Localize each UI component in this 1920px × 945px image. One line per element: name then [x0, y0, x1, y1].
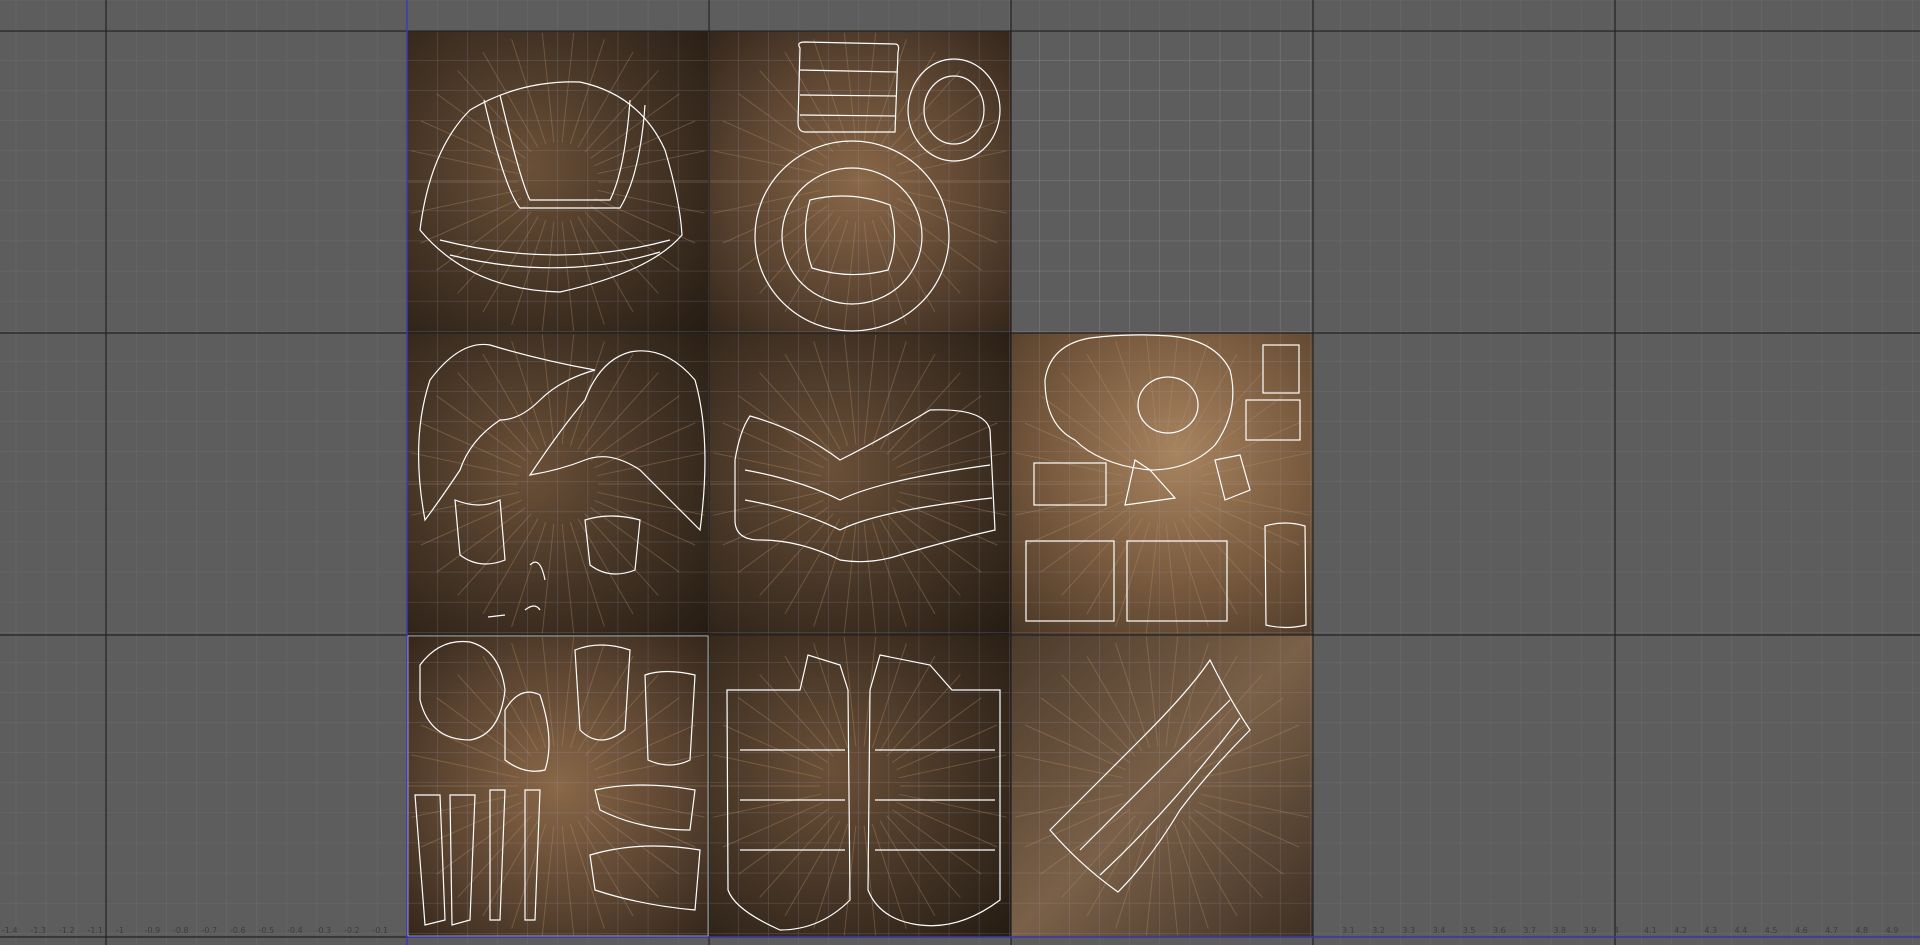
ruler-tick-label: -0.2 [344, 926, 360, 935]
ruler-tick-label: 3.3 [1402, 926, 1415, 935]
uv-canvas[interactable]: -1.4 -1.3 -1.2 -1.1 -1 -0.9 -0.8 -0.7 -0.6 -0.5 -0… [0, 0, 1920, 945]
ruler-tick-label: 4.9 [1886, 926, 1899, 935]
ruler-tick-label: -1.1 [88, 926, 104, 935]
ruler-tick-label: 4 [1614, 926, 1619, 935]
ruler-tick-label: 4.4 [1735, 926, 1748, 935]
ruler-tick-label: -0.9 [145, 926, 161, 935]
ruler-tick-label: -1.4 [2, 926, 18, 935]
ruler-tick-label: -0.8 [173, 926, 189, 935]
ruler-tick-label: 3.5 [1463, 926, 1476, 935]
ruler-tick-label: -0.4 [287, 926, 303, 935]
ruler-tick-label: 4.2 [1674, 926, 1687, 935]
ruler-tick-label: 3.9 [1584, 926, 1597, 935]
ruler-tick-label: 3.2 [1372, 926, 1385, 935]
ruler-tick-label: -1.3 [31, 926, 47, 935]
ruler-tick-label: -0.7 [202, 926, 218, 935]
ruler-tick-label: -0.1 [373, 926, 389, 935]
ruler-tick-label: 4.1 [1644, 926, 1657, 935]
texture-tiles [407, 31, 1313, 937]
ruler-tick-label: 3.8 [1553, 926, 1566, 935]
ruler-tick-label: 3.1 [1342, 926, 1355, 935]
ruler-tick-label: -0.6 [230, 926, 246, 935]
ruler-tick-label: 3.7 [1523, 926, 1536, 935]
ruler-tick-label: 3.4 [1433, 926, 1446, 935]
ruler-tick-label: -1 [116, 926, 124, 935]
ruler-tick-label: 3.6 [1493, 926, 1506, 935]
ruler-tick-label: 4.7 [1825, 926, 1838, 935]
ruler-tick-label: -1.2 [59, 926, 75, 935]
ruler-tick-label: 4.8 [1855, 926, 1868, 935]
ruler-tick-label: 4.3 [1704, 926, 1717, 935]
ruler-tick-label: -0.3 [316, 926, 332, 935]
ruler-tick-label: -0.5 [259, 926, 275, 935]
uv-editor-viewport[interactable]: -1.4 -1.3 -1.2 -1.1 -1 -0.9 -0.8 -0.7 -0.6 -0.5 -0… [0, 0, 1920, 945]
ruler-tick-label: 4.6 [1795, 926, 1808, 935]
ruler-tick-label: 4.5 [1765, 926, 1778, 935]
